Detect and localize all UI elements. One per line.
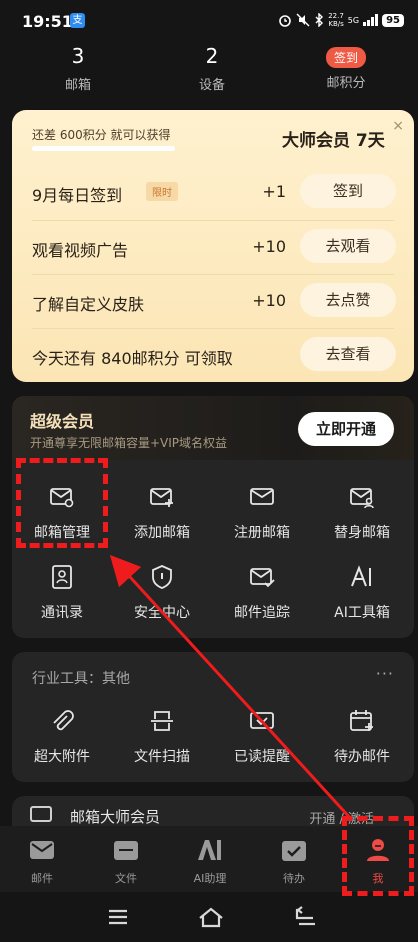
annotation-arrow [109, 554, 354, 822]
